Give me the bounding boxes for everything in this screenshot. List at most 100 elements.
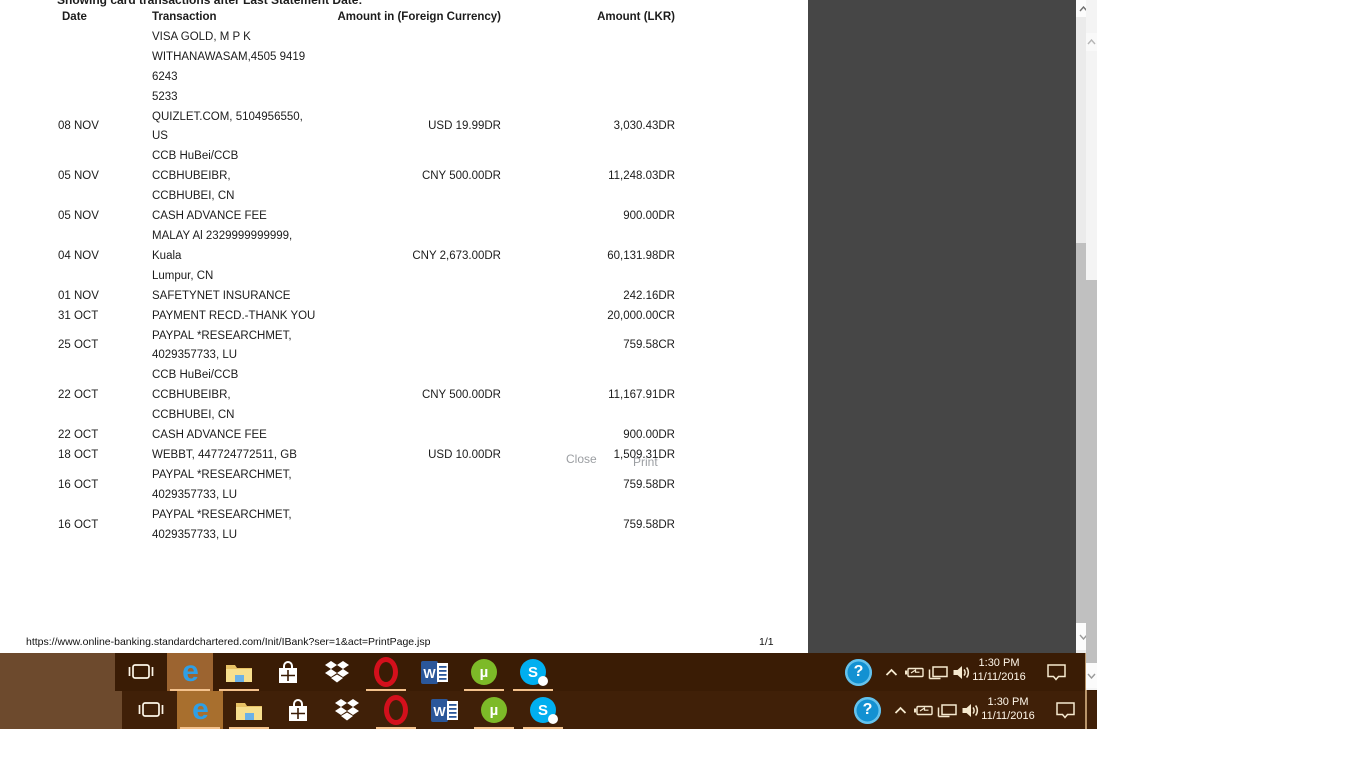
cell-date: 31 OCT	[0, 307, 152, 327]
cell-date: 16 OCT	[0, 516, 152, 536]
cell-foreign-amount: USD 19.99DR	[320, 117, 501, 137]
edge-icon: e	[192, 695, 208, 725]
dropbox-icon	[334, 698, 360, 723]
taskbar-left-block	[0, 691, 122, 729]
taskbar-app-word[interactable]: W	[412, 653, 458, 691]
taskbar-app-opera[interactable]	[373, 691, 419, 729]
col-header-lkr: Amount (LKR)	[501, 8, 675, 28]
taskbar-clock[interactable]: 1:30 PM11/11/2016	[962, 656, 1036, 684]
cell-transaction: WEBBT, 447724772511, GB	[152, 446, 320, 466]
action-center-icon[interactable]	[1044, 653, 1068, 691]
cell-foreign-amount: CNY 500.00DR	[320, 386, 501, 406]
cell-transaction: PAYMENT RECD.-THANK YOU	[152, 307, 320, 327]
cell-transaction: VISA GOLD, M P K WITHANAWASAM,4505 9419 …	[152, 28, 320, 108]
table-row: 25 OCTPAYPAL *RESEARCHMET, 4029357733, L…	[0, 327, 700, 367]
running-indicator	[229, 727, 269, 730]
running-indicator	[523, 727, 563, 730]
taskbar-app-task-view[interactable]	[128, 691, 174, 729]
scroll-up-icon[interactable]	[1086, 33, 1097, 51]
help-icon[interactable]: ?	[854, 691, 881, 729]
taskbar-app-skype[interactable]: S	[510, 653, 556, 691]
cell-foreign-amount: USD 10.00DR	[320, 446, 501, 466]
file-explorer-icon	[235, 699, 263, 721]
taskbar-app-word[interactable]: W	[422, 691, 468, 729]
skype-icon: S	[530, 697, 556, 723]
statement-print-page: Showing card transactions after Last Sta…	[0, 0, 808, 653]
network-icon[interactable]	[936, 691, 958, 729]
task-view-icon	[137, 700, 165, 720]
cell-transaction: SAFETYNET INSURANCE	[152, 287, 320, 307]
cell-lkr-amount: 20,000.00CR	[501, 307, 675, 327]
opera-icon	[374, 657, 398, 687]
taskbar-app-skype[interactable]: S	[520, 691, 566, 729]
svg-text:W: W	[423, 666, 436, 681]
cell-transaction: PAYPAL *RESEARCHMET, 4029357733, LU	[152, 327, 320, 367]
col-header-date: Date	[0, 8, 152, 28]
taskbar-app-opera[interactable]	[363, 653, 409, 691]
taskbar-app-utorrent[interactable]: µ	[461, 653, 507, 691]
taskbar-app-edge[interactable]: e	[167, 653, 213, 691]
cell-lkr-amount: 11,167.91DR	[501, 386, 675, 406]
cell-transaction: QUIZLET.COM, 5104956550, US	[152, 108, 320, 148]
opera-icon	[384, 695, 408, 725]
store-icon	[276, 660, 300, 685]
outer-scrollbar[interactable]	[1086, 0, 1097, 690]
screen: Showing card transactions after Last Sta…	[0, 0, 1366, 768]
cell-date: 22 OCT	[0, 386, 152, 406]
col-header-transaction: Transaction	[152, 8, 320, 28]
page-indicator: 1/1	[759, 636, 774, 648]
taskbar-app-store[interactable]	[265, 653, 311, 691]
taskbar-app-file-explorer[interactable]	[226, 691, 272, 729]
clock-time: 1:30 PM	[971, 695, 1045, 709]
cell-lkr-amount: 759.58DR	[501, 476, 675, 496]
running-indicator	[474, 727, 514, 730]
chevron-up-icon[interactable]	[884, 653, 898, 691]
cell-transaction: CCB HuBei/CCB CCBHUBEIBR, CCBHUBEI, CN	[152, 147, 320, 207]
table-row: 16 OCTPAYPAL *RESEARCHMET, 4029357733, L…	[0, 466, 700, 506]
taskbar-app-store[interactable]	[275, 691, 321, 729]
cell-date: 22 OCT	[0, 426, 152, 446]
table-row: 08 NOVQUIZLET.COM, 5104956550, USUSD 19.…	[0, 108, 700, 148]
taskbar-app-file-explorer[interactable]	[216, 653, 262, 691]
help-icon[interactable]: ?	[845, 653, 872, 691]
cell-lkr-amount: 759.58CR	[501, 336, 675, 356]
table-header-row: Date Transaction Amount in (Foreign Curr…	[0, 8, 700, 28]
cell-date: 04 NOV	[0, 247, 152, 267]
taskbar-app-utorrent[interactable]: µ	[471, 691, 517, 729]
network-icon[interactable]	[927, 653, 949, 691]
print-button[interactable]: Print	[633, 455, 658, 469]
taskbar: e WµS? 1:30 PM11/11/2016	[0, 653, 1097, 691]
task-view-icon	[127, 662, 155, 682]
cell-transaction: PAYPAL *RESEARCHMET, 4029357733, LU	[152, 466, 320, 506]
running-indicator	[376, 727, 416, 730]
scroll-down-icon[interactable]	[1086, 663, 1097, 688]
taskbar-clock[interactable]: 1:30 PM11/11/2016	[971, 695, 1045, 723]
table-row: 22 OCTCASH ADVANCE FEE900.00DR	[0, 426, 700, 446]
svg-text:W: W	[433, 704, 446, 719]
action-center-icon[interactable]	[1053, 691, 1077, 729]
chevron-up-icon[interactable]	[893, 691, 907, 729]
taskbar-app-edge[interactable]: e	[177, 691, 223, 729]
cell-foreign-amount: CNY 2,673.00DR	[320, 247, 501, 267]
cell-date: 18 OCT	[0, 446, 152, 466]
edge-icon: e	[182, 657, 198, 687]
table-row: 01 NOVSAFETYNET INSURANCE242.16DR	[0, 287, 700, 307]
table-row: VISA GOLD, M P K WITHANAWASAM,4505 9419 …	[0, 28, 700, 108]
table-row: 22 OCTCCB HuBei/CCB CCBHUBEIBR, CCBHUBEI…	[0, 366, 700, 426]
cell-transaction: CASH ADVANCE FEE	[152, 426, 320, 446]
taskbar-app-task-view[interactable]	[118, 653, 164, 691]
table-row: 16 OCTPAYPAL *RESEARCHMET, 4029357733, L…	[0, 506, 700, 546]
clock-date: 11/11/2016	[962, 670, 1036, 684]
battery-icon[interactable]	[903, 653, 925, 691]
outer-scrollbar-thumb[interactable]	[1086, 280, 1097, 663]
table-row: 04 NOVMALAY Al 2329999999999, Kuala Lump…	[0, 227, 700, 287]
battery-icon[interactable]	[912, 691, 934, 729]
word-icon: W	[421, 659, 449, 686]
taskbar-app-dropbox[interactable]	[314, 653, 360, 691]
cell-lkr-amount: 60,131.98DR	[501, 247, 675, 267]
close-button[interactable]: Close	[566, 452, 597, 466]
cell-date: 05 NOV	[0, 207, 152, 227]
cell-transaction: PAYPAL *RESEARCHMET, 4029357733, LU	[152, 506, 320, 546]
clock-time: 1:30 PM	[962, 656, 1036, 670]
taskbar-app-dropbox[interactable]	[324, 691, 370, 729]
